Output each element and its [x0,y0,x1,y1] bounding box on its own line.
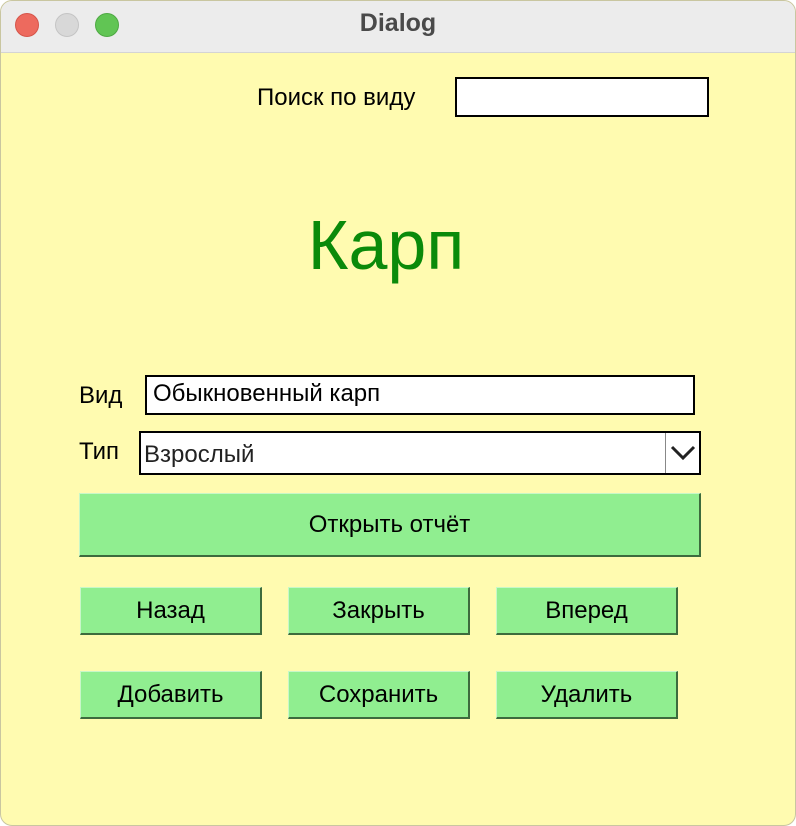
title-bar: Dialog [1,1,795,53]
add-button[interactable]: Добавить [80,671,262,719]
back-button[interactable]: Назад [80,587,262,635]
delete-button[interactable]: Удалить [496,671,678,719]
window-title: Dialog [359,9,437,37]
page-title: Карп [307,206,465,284]
type-select[interactable]: Взрослый [139,431,701,475]
open-report-button[interactable]: Открыть отчёт [79,493,701,557]
species-label: Вид [79,382,123,409]
search-label: Поиск по виду [257,84,416,111]
save-button[interactable]: Сохранить [288,671,470,719]
type-label: Тип [79,438,120,465]
type-select-value: Взрослый [144,441,255,468]
species-field[interactable]: Обыкновенный карп [145,375,695,415]
search-input[interactable] [455,77,709,117]
dialog-window: Dialog Поиск по виду Карп Вид Обыкновенн… [0,0,796,826]
chevron-down-icon[interactable] [665,433,699,473]
close-button[interactable]: Закрыть [288,587,470,635]
forward-button[interactable]: Вперед [496,587,678,635]
